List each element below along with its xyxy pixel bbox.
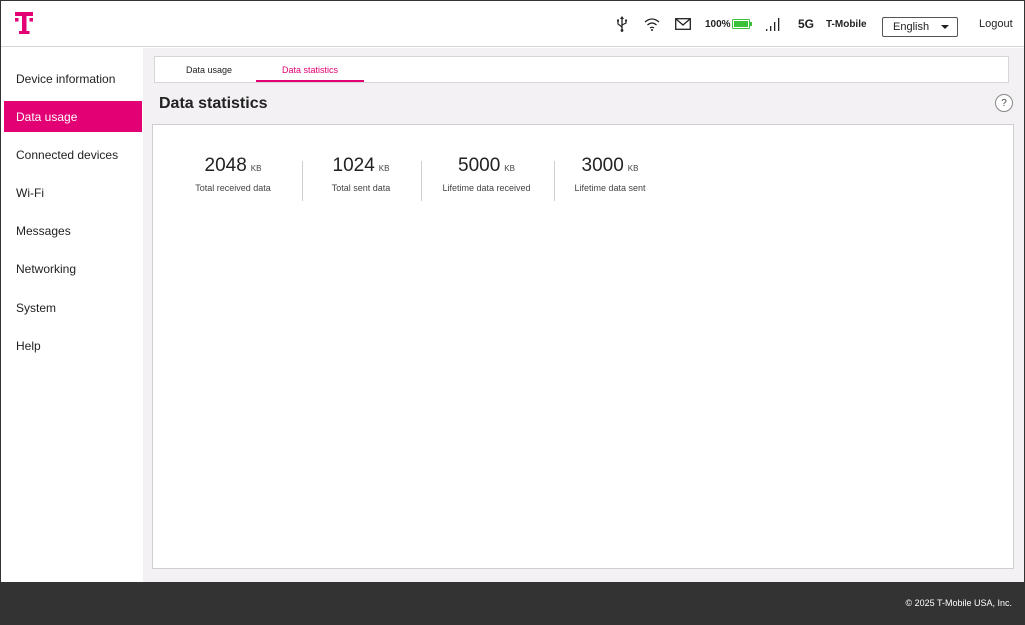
stat-divider: [302, 161, 303, 201]
stat-divider: [421, 161, 422, 201]
wifi-icon: [644, 1, 660, 47]
sidebar-item-networking[interactable]: Networking: [4, 253, 142, 284]
sidebar-item-data-usage[interactable]: Data usage: [4, 101, 142, 132]
sidebar-item-connected-devices[interactable]: Connected devices: [4, 139, 142, 170]
stat-unit: KB: [250, 164, 262, 173]
stat-total-sent: 1024 KB Total sent data: [321, 155, 401, 193]
sidebar: Device information Data usage Connected …: [1, 48, 143, 582]
stat-unit: KB: [378, 164, 390, 173]
sidebar-item-help[interactable]: Help: [4, 330, 142, 361]
stat-label: Lifetime data sent: [574, 183, 646, 193]
stat-label: Total received data: [195, 183, 271, 193]
stat-value: 5000: [458, 155, 501, 176]
sidebar-item-device-information[interactable]: Device information: [4, 63, 142, 94]
logout-link[interactable]: Logout: [979, 1, 1013, 47]
usb-icon: [616, 1, 628, 47]
stat-value: 2048: [204, 155, 247, 176]
sidebar-item-system[interactable]: System: [4, 292, 142, 323]
language-select[interactable]: English: [882, 17, 958, 37]
stat-lifetime-sent: 3000 KB Lifetime data sent: [570, 155, 650, 193]
stat-lifetime-received: 5000 KB Lifetime data received: [439, 155, 534, 193]
page-title: Data statistics: [159, 95, 268, 112]
sidebar-item-messages[interactable]: Messages: [4, 215, 142, 246]
app-window: 100% 5G T-Mobile English Logout Device i…: [0, 0, 1025, 625]
stat-divider: [554, 161, 555, 201]
main-content: Data usage Data statistics Data statisti…: [143, 48, 1024, 582]
stat-unit: KB: [504, 164, 515, 173]
tab-data-usage[interactable]: Data usage: [186, 57, 232, 83]
network-type: 5G: [798, 17, 815, 31]
signal-icon: [765, 1, 781, 47]
language-value: English: [893, 21, 930, 33]
tab-bar: Data usage Data statistics: [154, 56, 1009, 83]
sidebar-item-wifi[interactable]: Wi-Fi: [4, 177, 142, 208]
stat-unit: KB: [627, 164, 639, 173]
stat-label: Lifetime data received: [442, 183, 531, 193]
mail-icon[interactable]: [675, 1, 691, 47]
stat-value: 3000: [581, 155, 624, 176]
t-mobile-logo-icon[interactable]: [12, 10, 36, 36]
carrier-name: T-Mobile: [826, 18, 867, 30]
help-button[interactable]: ?: [995, 94, 1013, 112]
footer: © 2025 T-Mobile USA, Inc.: [1, 582, 1024, 624]
stat-total-received: 2048 KB Total received data: [193, 155, 273, 193]
chevron-down-icon: [941, 25, 949, 29]
active-tab-indicator: [256, 80, 364, 82]
copyright-text: © 2025 T-Mobile USA, Inc.: [905, 598, 1012, 608]
battery-percent: 100%: [705, 18, 731, 30]
stat-value: 1024: [332, 155, 375, 176]
stat-label: Total sent data: [331, 183, 391, 193]
stats-panel: 2048 KB Total received data 1024 KB Total …: [152, 124, 1014, 569]
top-header: 100% 5G T-Mobile English Logout: [1, 1, 1024, 47]
battery-icon: [732, 1, 752, 47]
